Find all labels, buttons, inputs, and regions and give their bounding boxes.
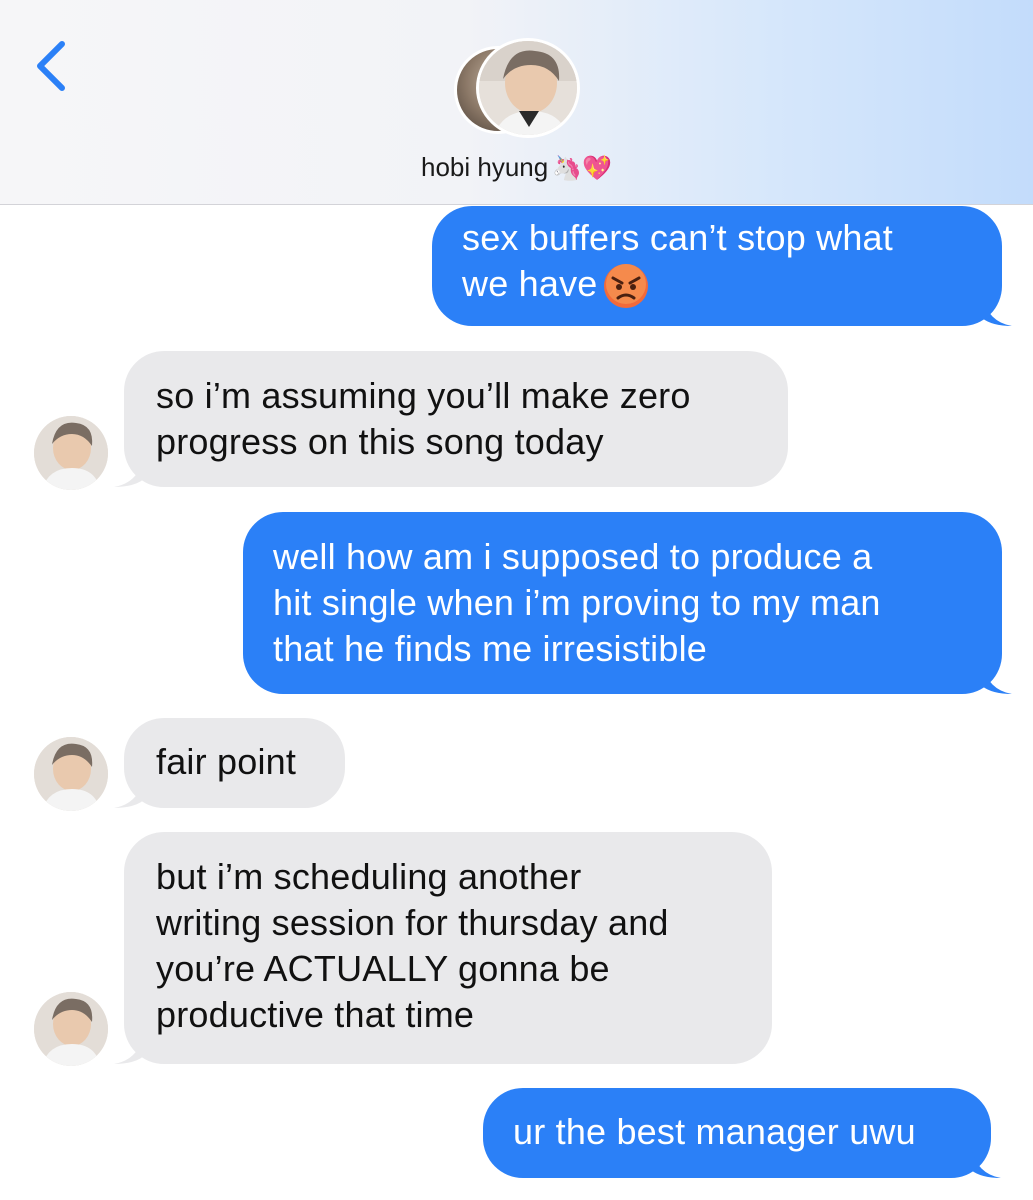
- message-text-content: ur the best manager uwu: [513, 1111, 916, 1152]
- message-text-content: so i’m assuming you’ll make zero progres…: [156, 375, 691, 462]
- message-bubble-outgoing[interactable]: well how am i supposed to produce a hit …: [243, 512, 1012, 694]
- bubble-tail: [982, 296, 1012, 326]
- primary-avatar: [476, 38, 580, 138]
- contact-avatar[interactable]: [454, 38, 580, 138]
- sender-avatar[interactable]: [34, 992, 108, 1066]
- message-bubble-outgoing[interactable]: ur the best manager uwu: [483, 1088, 1001, 1178]
- chevron-left-icon: [37, 41, 65, 91]
- bubble-tail: [114, 1034, 144, 1064]
- message-text-content: sex buffers can’t stop what we have: [462, 217, 893, 304]
- message-text-content: but i’m scheduling another writing sessi…: [156, 856, 669, 1035]
- bubble-tail: [114, 457, 144, 487]
- sender-avatar[interactable]: [34, 737, 108, 811]
- angry-face-icon: [603, 264, 648, 309]
- message-bubble-outgoing[interactable]: sex buffers can’t stop what we have: [432, 206, 1012, 326]
- message-text-content: fair point: [156, 741, 297, 782]
- bubble-tail: [114, 778, 144, 808]
- contact-name-emoji: 🦄💖: [552, 155, 612, 182]
- sender-avatar[interactable]: [34, 416, 108, 490]
- conversation-header: hobi hyung 🦄💖: [0, 0, 1033, 205]
- message-text: sex buffers can’t stop what we have: [462, 215, 972, 310]
- back-button[interactable]: [30, 38, 74, 94]
- contact-name-row[interactable]: hobi hyung 🦄💖: [0, 152, 1033, 183]
- bubble-tail: [982, 664, 1012, 694]
- message-bubble-incoming[interactable]: fair point: [114, 718, 345, 808]
- message-bubble-incoming[interactable]: but i’m scheduling another writing sessi…: [114, 832, 772, 1064]
- bubble-tail: [971, 1148, 1001, 1178]
- message-text-content: well how am i supposed to produce a hit …: [273, 536, 881, 669]
- contact-name: hobi hyung: [421, 152, 549, 182]
- message-bubble-incoming[interactable]: so i’m assuming you’ll make zero progres…: [114, 351, 788, 487]
